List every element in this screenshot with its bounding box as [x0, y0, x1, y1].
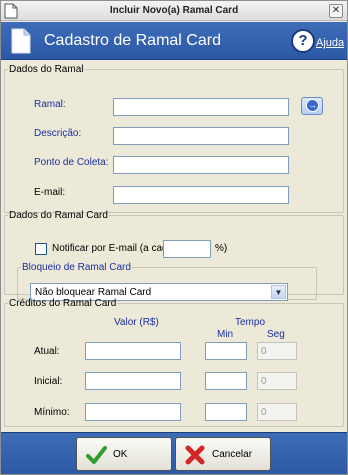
- inicial-valor-input[interactable]: [85, 372, 181, 390]
- ponto-coleta-input[interactable]: [113, 156, 289, 174]
- email-label: E-mail:: [34, 187, 66, 198]
- group-legend: Dados do Ramal Card: [9, 210, 108, 221]
- minimo-seg-input: [257, 403, 297, 421]
- chevron-down-icon[interactable]: ▼: [271, 285, 286, 299]
- ramal-lookup-button[interactable]: →: [301, 97, 323, 115]
- group-legend: Créditos do Ramal Card: [9, 298, 117, 309]
- notify-percent-input[interactable]: [163, 240, 211, 258]
- checkmark-icon: [86, 446, 107, 464]
- descricao-label: Descrição:: [34, 128, 82, 139]
- notify-label: Notificar por E-mail (a cada: [52, 243, 174, 254]
- atual-seg-input: [257, 342, 297, 360]
- bloqueio-selected-value: Não bloquear Ramal Card: [35, 287, 152, 298]
- ramal-label: Ramal:: [34, 99, 66, 110]
- group-bloqueio: Bloqueio de Ramal Card Não bloquear Rama…: [17, 262, 317, 301]
- ramal-input[interactable]: [113, 98, 289, 116]
- ok-button[interactable]: OK: [76, 437, 172, 471]
- header-banner: Cadastro de Ramal Card ? Ajuda: [1, 22, 347, 60]
- ponto-coleta-label: Ponto de Coleta:: [34, 157, 109, 168]
- descricao-input[interactable]: [113, 127, 289, 145]
- inicial-min-input[interactable]: [205, 372, 247, 390]
- window-title: Incluir Novo(a) Ramal Card: [109, 5, 239, 16]
- group-legend: Dados do Ramal: [9, 64, 84, 75]
- ok-label: OK: [113, 449, 128, 460]
- notify-suffix: %): [215, 243, 228, 254]
- dialog-window: Incluir Novo(a) Ramal Card ✕ Cadastro de…: [0, 0, 348, 475]
- col-valor-header: Valor (R$): [114, 317, 159, 328]
- inicial-seg-input: [257, 372, 297, 390]
- atual-min-input[interactable]: [205, 342, 247, 360]
- cancel-button[interactable]: Cancelar: [175, 437, 271, 471]
- help-link[interactable]: Ajuda: [316, 37, 344, 49]
- notify-checkbox[interactable]: [35, 243, 47, 255]
- atual-label: Atual:: [34, 346, 60, 357]
- cancel-x-icon: [185, 445, 205, 465]
- page-title: Cadastro de Ramal Card: [44, 32, 221, 49]
- group-dados-ramal: Dados do Ramal Ramal: → Descrição: Ponto…: [4, 64, 344, 213]
- col-min-header: Min: [217, 329, 234, 340]
- group-legend: Bloqueio de Ramal Card: [22, 262, 131, 273]
- col-tempo-header: Tempo: [235, 317, 266, 328]
- inicial-label: Inicial:: [34, 376, 63, 387]
- col-seg-header: Seg: [267, 329, 285, 340]
- email-input[interactable]: [113, 186, 289, 204]
- minimo-valor-input[interactable]: [85, 403, 181, 421]
- atual-valor-input[interactable]: [85, 342, 181, 360]
- footer-bar: OK Cancelar: [1, 432, 347, 474]
- help-icon[interactable]: ?: [291, 29, 315, 53]
- group-dados-ramal-card: Dados do Ramal Card Notificar por E-mail…: [4, 210, 344, 301]
- document-icon: [11, 28, 31, 54]
- minimo-min-input[interactable]: [205, 403, 247, 421]
- title-bar[interactable]: Incluir Novo(a) Ramal Card ✕: [1, 1, 347, 21]
- group-creditos: Créditos do Ramal Card Valor (R$) Tempo …: [4, 298, 344, 427]
- cancel-label: Cancelar: [212, 449, 253, 460]
- close-button[interactable]: ✕: [329, 4, 343, 18]
- arrow-right-icon: →: [306, 99, 319, 112]
- minimo-label: Mínimo:: [34, 407, 70, 418]
